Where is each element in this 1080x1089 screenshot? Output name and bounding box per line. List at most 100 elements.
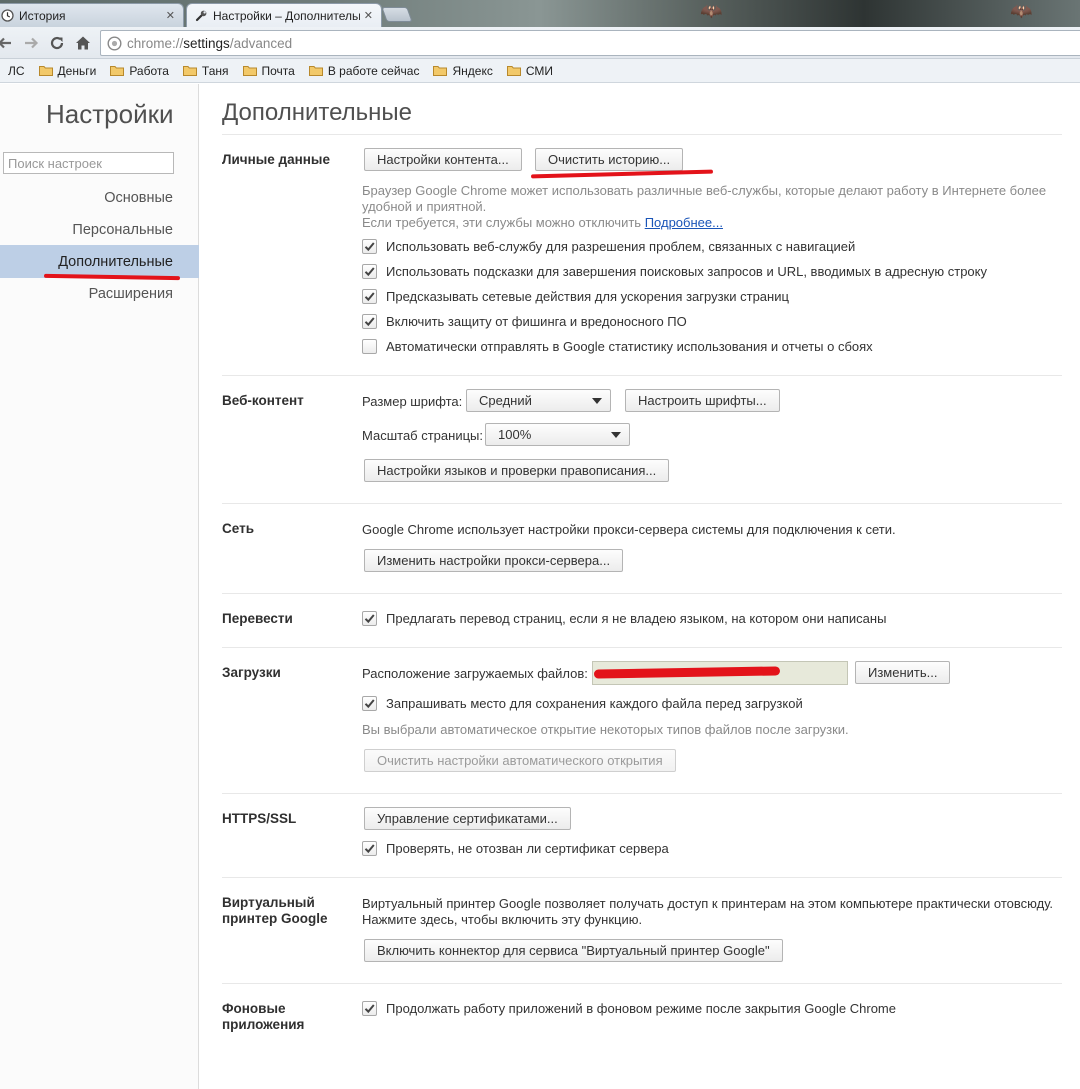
divider [222, 503, 1062, 504]
divider [222, 375, 1062, 376]
bookmark-item[interactable]: В работе сейчас [308, 63, 420, 78]
privacy-checkbox-row[interactable]: Использовать подсказки для завершения по… [362, 264, 987, 279]
wallpaper-decoration: 🦇 [1010, 1, 1033, 21]
folder-icon [433, 65, 448, 76]
language-settings-button[interactable]: Настройки языков и проверки правописания… [364, 459, 670, 482]
divider [222, 983, 1062, 984]
folder-icon [182, 65, 197, 76]
folder-icon [38, 65, 53, 76]
privacy-checkbox-row[interactable]: Использовать веб-службу для разрешения п… [362, 239, 855, 254]
privacy-checkbox-row[interactable]: Автоматически отправлять в Google статис… [362, 339, 873, 354]
back-button[interactable] [0, 30, 18, 56]
checkbox-label: Автоматически отправлять в Google статис… [386, 339, 873, 354]
zoom-label: Масштаб страницы: [362, 428, 483, 443]
checkmark-icon [364, 699, 375, 709]
tab-settings[interactable]: Настройки – Дополнительные ✕ [186, 3, 382, 27]
checkbox[interactable] [362, 696, 377, 711]
forward-button[interactable] [18, 30, 44, 56]
section-title-web-content: Веб-контент [222, 393, 304, 408]
checkbox-label: Включить защиту от фишинга и вредоносног… [386, 314, 687, 329]
close-icon[interactable]: ✕ [364, 9, 373, 22]
manage-certificates-button[interactable]: Управление сертификатами... [364, 807, 571, 830]
section-title-background-apps: Фоновые [222, 1001, 286, 1016]
checkbox[interactable] [362, 239, 377, 254]
proxy-settings-button[interactable]: Изменить настройки прокси-сервера... [364, 549, 624, 572]
home-button[interactable] [70, 30, 96, 56]
ask-download-checkbox-row[interactable]: Запрашивать место для сохранения каждого… [362, 696, 803, 711]
bookmark-label: Таня [201, 63, 229, 78]
bookmark-item[interactable]: Таня [182, 63, 229, 78]
folder-icon [242, 65, 257, 76]
sidebar-item-personal[interactable]: Персональные [72, 222, 173, 238]
divider [222, 877, 1062, 878]
chevron-down-icon [611, 432, 621, 438]
section-title-translate: Перевести [222, 611, 293, 626]
font-size-label: Размер шрифта: [362, 394, 463, 409]
tab-history[interactable]: История ✕ [0, 3, 184, 27]
change-location-button[interactable]: Изменить... [855, 661, 951, 684]
zoom-value: 100% [498, 427, 532, 442]
checkbox[interactable] [362, 289, 377, 304]
checkbox[interactable] [362, 611, 377, 626]
bookmark-item[interactable]: Яндекс [433, 64, 493, 78]
search-settings-input[interactable] [3, 152, 174, 174]
sidebar-title: Настройки [46, 99, 174, 129]
clock-icon [1, 9, 14, 22]
bookmark-label: Деньги [57, 63, 97, 78]
customize-fonts-button[interactable]: Настроить шрифты... [625, 389, 780, 412]
bookmark-item[interactable]: СМИ [506, 64, 553, 78]
clear-auto-open-button: Очистить настройки автоматического откры… [364, 749, 676, 772]
checkbox[interactable] [362, 314, 377, 329]
cloud-print-description: Нажмите здесь, чтобы включить эту функци… [362, 912, 643, 927]
checkbox-label: Использовать подсказки для завершения по… [386, 264, 987, 279]
wrench-icon [195, 9, 208, 22]
font-size-select[interactable]: Средний [466, 389, 611, 412]
learn-more-link[interactable]: Подробнее... [645, 215, 723, 230]
bookmark-label: Работа [129, 63, 169, 78]
section-title-downloads: Загрузки [222, 665, 281, 680]
bookmark-label: ЛС [8, 63, 25, 78]
checkbox[interactable] [362, 264, 377, 279]
address-bar[interactable]: chrome://settings/advanced [100, 30, 1080, 56]
section-title-background-apps: приложения [222, 1017, 305, 1032]
bookmark-label: В работе сейчас [327, 63, 420, 78]
clear-history-button[interactable]: Очистить историю... [535, 148, 684, 171]
checkbox[interactable] [362, 1001, 377, 1016]
enable-cloud-print-button[interactable]: Включить коннектор для сервиса "Виртуаль… [364, 939, 783, 962]
bookmark-item[interactable]: ЛС [0, 64, 25, 78]
wallpaper-decoration: 🦇 [700, 1, 723, 21]
checkbox-label: Проверять, не отозван ли сертификат серв… [386, 841, 669, 856]
sidebar-item-advanced[interactable]: Дополнительные [58, 254, 173, 270]
checkbox-label: Запрашивать место для сохранения каждого… [386, 696, 803, 711]
content-settings-button[interactable]: Настройки контента... [364, 148, 522, 171]
divider [222, 647, 1062, 648]
section-title-network: Сеть [222, 521, 254, 536]
bookmark-item[interactable]: Работа [110, 64, 169, 78]
privacy-checkbox-row[interactable]: Включить защиту от фишинга и вредоносног… [362, 314, 687, 329]
new-tab-button[interactable] [381, 7, 413, 22]
checkbox[interactable] [362, 339, 377, 354]
divider [222, 134, 1062, 135]
checkbox[interactable] [362, 841, 377, 856]
reload-button[interactable] [44, 30, 70, 56]
browser-toolbar: chrome://settings/advanced [0, 27, 1080, 59]
folder-icon [0, 65, 3, 76]
checkmark-icon [364, 317, 375, 327]
sidebar-item-extensions[interactable]: Расширения [89, 286, 173, 302]
tab-strip: 🦇 🦇 История ✕ Настройки – Дополнительные… [0, 0, 1080, 27]
checkbox-label: Предсказывать сетевые действия для ускор… [386, 289, 789, 304]
background-apps-checkbox-row[interactable]: Продолжать работу приложений в фоновом р… [362, 1001, 896, 1016]
translate-checkbox-row[interactable]: Предлагать перевод страниц, если я не вл… [362, 611, 886, 626]
cert-revocation-checkbox-row[interactable]: Проверять, не отозван ли сертификат серв… [362, 841, 669, 856]
bookmark-item[interactable]: Деньги [38, 63, 97, 78]
section-title-privacy: Личные данные [222, 152, 330, 167]
close-icon[interactable]: ✕ [166, 9, 175, 22]
page-zoom-select[interactable]: 100% [485, 423, 630, 446]
checkmark-icon [364, 1004, 375, 1014]
privacy-checkbox-row[interactable]: Предсказывать сетевые действия для ускор… [362, 289, 789, 304]
arrow-right-icon [25, 37, 39, 48]
url-host: settings [183, 35, 230, 51]
bookmark-item[interactable]: Почта [242, 64, 295, 78]
arrow-left-icon [0, 37, 11, 48]
sidebar-item-basics[interactable]: Основные [104, 190, 173, 206]
